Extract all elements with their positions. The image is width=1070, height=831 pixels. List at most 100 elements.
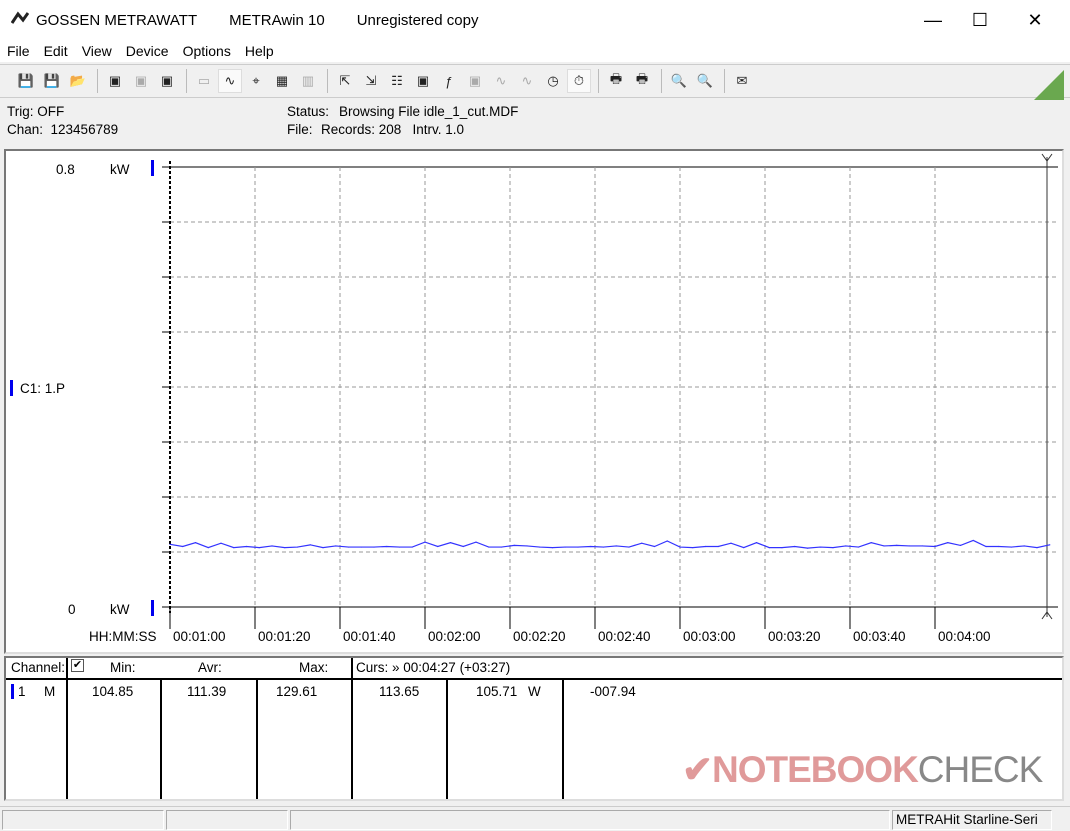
monitor-icon[interactable]: ▣ [411,69,435,93]
data-point [794,545,796,548]
data-point [182,545,184,548]
data-point [959,544,962,546]
signal-icon[interactable]: ∿ [489,69,513,93]
toolbar-separator [598,69,599,93]
zoom-wave-icon[interactable]: 🔍 [667,69,691,93]
save-as-icon[interactable]: 💾 [40,69,64,93]
data-point [398,546,401,548]
save-icon[interactable]: 💾 [14,69,38,93]
data-point [551,547,554,549]
status-triangle-icon [1034,70,1064,100]
memory-icon[interactable]: ▣ [155,69,179,93]
data-point [653,545,656,548]
device-disabled-icon[interactable]: ▣ [129,69,153,93]
title-bar: GOSSEN METRAWATT METRAwin 10 Unregistere… [0,0,1070,40]
import-icon[interactable]: ⇲ [359,69,383,93]
export-icon[interactable]: ⇱ [333,69,357,93]
data-point [896,544,898,546]
data-point [1049,544,1051,546]
data-point [564,546,566,548]
device-read-icon[interactable]: ▣ [103,69,127,93]
close-button[interactable]: ✕ [1012,0,1058,40]
device-status: METRAHit Starline-Seri [892,810,1052,830]
minimize-button[interactable]: — [910,0,956,40]
data-point [309,544,311,546]
menu-device[interactable]: Device [119,43,176,59]
y-max-handle[interactable] [151,160,154,176]
row-mode: M [44,684,56,699]
data-point [360,546,362,548]
chart-panel[interactable]: 0.8 kW 0 kW C1: 1.P HH:MM:SS 00:01:00 00:… [4,149,1064,654]
clock-icon[interactable]: ◷ [541,69,565,93]
table-icon[interactable]: ▦ [270,69,294,93]
app-logo-icon [11,11,29,24]
open-folder-icon[interactable]: 📂 [66,69,90,93]
header-max: Max: [299,660,329,675]
menu-bar: File Edit View Device Options Help [0,40,1070,62]
formula-icon[interactable]: ƒ [437,69,461,93]
power-chart[interactable]: 0.8 kW 0 kW C1: 1.P HH:MM:SS 00:01:00 00:… [6,151,1062,652]
print-preview-icon[interactable]: 🖶 [604,69,628,93]
toolbar-separator [327,69,328,93]
data-point [857,546,860,548]
toolbar-separator [661,69,662,93]
data-point [755,542,758,544]
series-line [169,539,1050,549]
data-point [679,546,681,548]
data-point [641,542,643,544]
data-point [590,545,592,548]
bar-chart-icon[interactable]: ▥ [296,69,320,93]
data-point [819,546,821,548]
data-point [437,545,439,548]
data-point [717,545,719,548]
y-min-label: 0 [68,602,76,617]
data-point [934,545,936,548]
data-point [258,547,260,549]
data-point [322,547,324,549]
waveform-icon[interactable]: ∿ [218,69,242,93]
menu-edit[interactable]: Edit [37,43,75,59]
status-label: Status: [287,104,330,119]
data-point [602,546,605,548]
data-point [628,546,630,548]
header-channel: Channel: [11,660,66,675]
data-point [781,547,783,549]
data-point [386,545,388,548]
data-point [730,542,732,544]
data-point [373,546,375,548]
product-name: METRAwin 10 [229,11,325,29]
row-channel: 1 [18,684,26,699]
settings-icon[interactable]: ☷ [385,69,409,93]
y-min-handle[interactable] [151,600,154,616]
crosshair-icon[interactable]: ⌖ [244,69,268,93]
print-icon[interactable]: 🖶 [630,69,654,93]
x-tick-label: 00:02:20 [513,629,566,644]
zoom-signal-icon[interactable]: 🔍 [693,69,717,93]
data-point [1023,545,1025,547]
data-point [475,541,477,543]
data-point [449,542,452,544]
data-point [411,546,413,548]
menu-view[interactable]: View [75,43,119,59]
multi-signal-icon[interactable]: ∿ [515,69,539,93]
menu-options[interactable]: Options [176,43,238,59]
channel-status: Chan: 123456789 [7,122,119,137]
help-icon[interactable]: ✉ [730,69,754,93]
display-icon[interactable]: ▭ [192,69,216,93]
meter-icon[interactable]: ▣ [463,69,487,93]
x-tick-label: 00:02:40 [598,629,651,644]
maximize-button[interactable]: ☐ [957,0,1003,40]
row-cursor1: 113.65 [379,684,420,699]
status-value: Browsing File idle_1_cut.MDF [339,104,519,119]
data-point [335,545,337,547]
watermark-text: NOTEBOOK [712,749,919,790]
menu-file[interactable]: File [0,43,37,59]
timer-icon[interactable]: ⏱ [567,69,591,93]
x-tick-label: 00:04:00 [938,629,991,644]
menu-help[interactable]: Help [238,43,281,59]
data-point [207,547,209,549]
data-point [1010,546,1013,548]
file-value: Records: 208 Intrv. 1.0 [321,122,465,137]
x-axis-label: HH:MM:SS [89,629,157,644]
channel-checkbox[interactable]: ✔ [71,659,84,672]
